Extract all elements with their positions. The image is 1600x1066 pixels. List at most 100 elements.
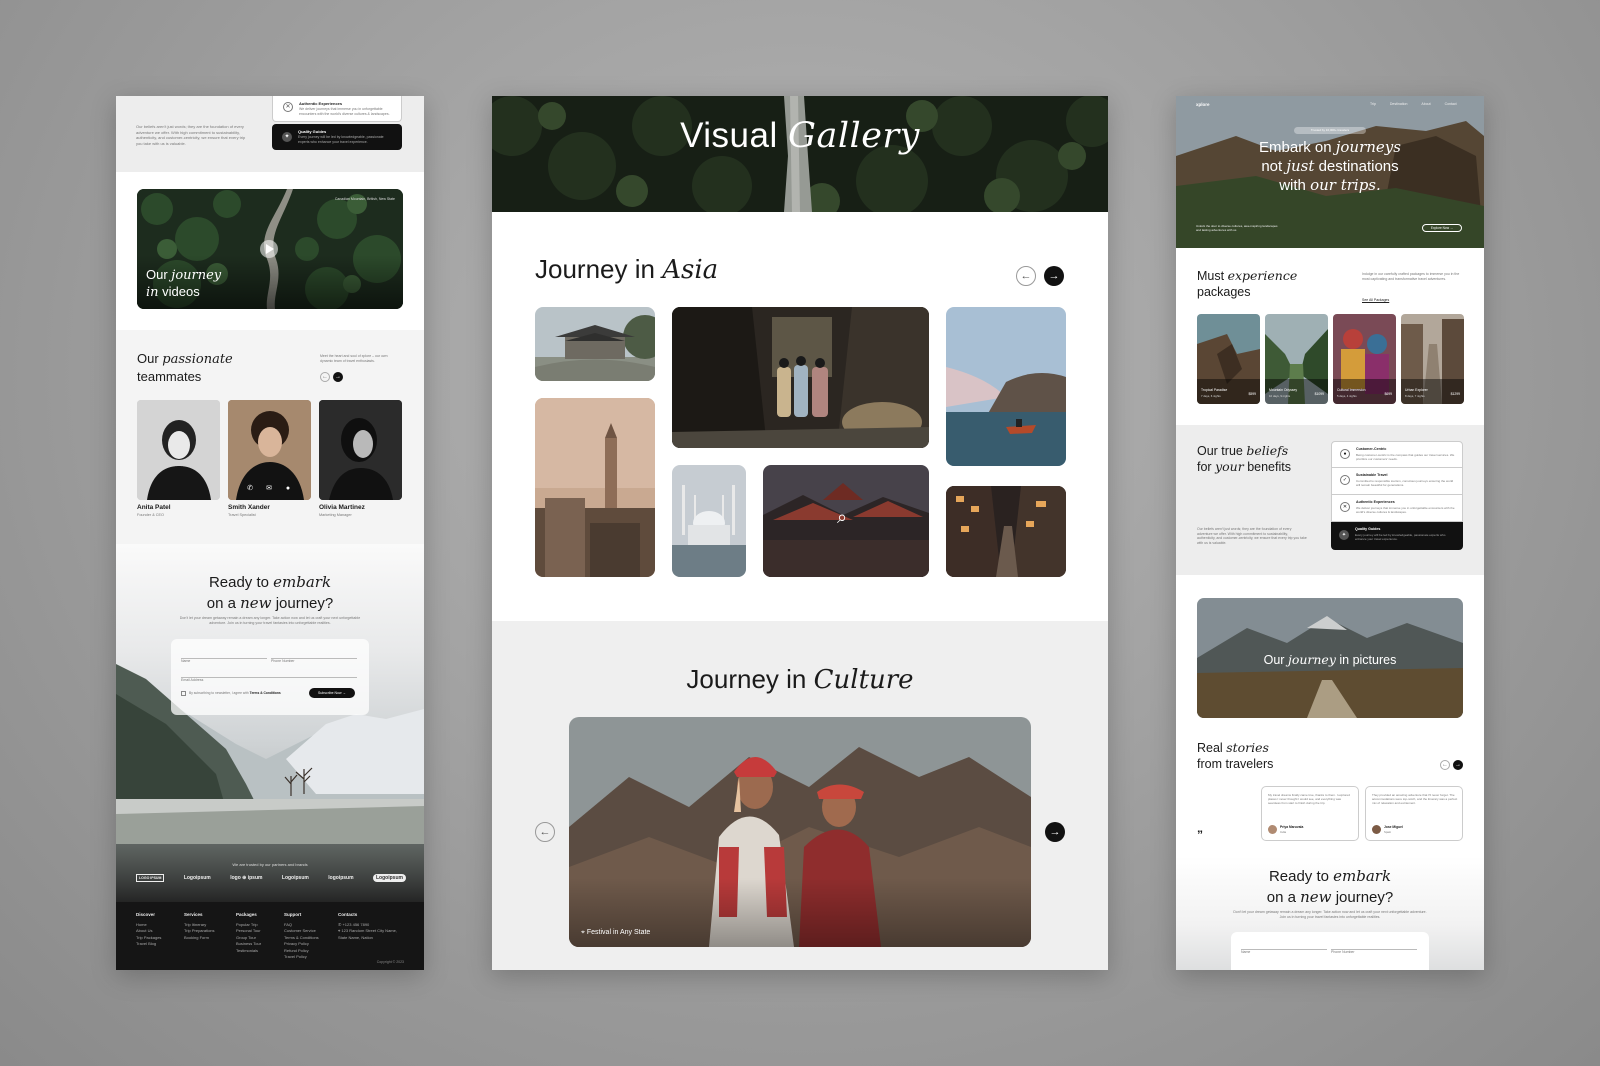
title-text: Ready to — [1268, 868, 1329, 885]
stories-next-button[interactable]: → — [1453, 760, 1463, 770]
title-emphasis: journey — [1287, 652, 1336, 667]
consent-label: By subscribing to newsletter, I agree wi… — [189, 691, 249, 695]
title-text: Real — [1197, 741, 1223, 755]
title-text: Journey in — [535, 254, 655, 284]
title-text: not — [1261, 158, 1283, 175]
package-card-urban[interactable]: Urban Explorer 8 days, 7 nights $1299 — [1401, 314, 1464, 404]
benefit-card-customer[interactable]: ● Customer-Centric Being customer-centri… — [1331, 441, 1463, 468]
beliefs-section: Our true beliefs for your benefits Our b… — [1176, 425, 1484, 575]
boat-lake-image — [946, 307, 1066, 466]
title-emphasis: embark — [273, 573, 332, 591]
package-price: $699 — [1384, 392, 1392, 396]
benefit-card-authentic[interactable]: ✕ Authentic Experiences We deliver journ… — [272, 96, 402, 122]
title-emphasis: Gallery — [788, 116, 920, 156]
gallery-photo-mosque[interactable] — [672, 465, 746, 577]
footer-col-packages: Packages Popular Trip Personal Tour Grou… — [236, 912, 261, 954]
gallery-photo-night-alley[interactable] — [946, 486, 1066, 577]
package-name: Cultural Immersion — [1337, 388, 1366, 392]
mail-icon[interactable]: ✉ — [264, 484, 274, 494]
culture-photo[interactable]: ⌖ Festival in Any State — [569, 717, 1031, 947]
team-name: Anita Patel — [137, 504, 171, 511]
prev-arrow-button[interactable]: ← — [320, 372, 330, 382]
team-role: Marketing Manager — [319, 513, 352, 517]
benefit-card-authentic[interactable]: ✕ Authentic Experiences We deliver journ… — [1331, 495, 1463, 522]
terms-link[interactable]: Terms & Conditions — [250, 691, 281, 695]
packages-title: Must experience packages — [1197, 268, 1297, 300]
reviewer-avatar — [1372, 825, 1381, 834]
nav-item-contact[interactable]: Contact — [1445, 102, 1457, 106]
hero-title: Embark on journeys not just destinations… — [1176, 138, 1484, 195]
footer-heading: Packages — [236, 912, 257, 917]
footer-link[interactable]: Booking Form — [184, 935, 215, 942]
gallery-photo-temple-roofs[interactable]: ⌕ — [763, 465, 929, 577]
nav-item-trip[interactable]: Trip — [1370, 102, 1376, 106]
site-logo[interactable]: xplore — [1196, 102, 1210, 107]
review-card[interactable]: They provided an amazing adventure that … — [1365, 786, 1463, 841]
video-card[interactable]: Canadian Mountain, British, New State Ou… — [137, 189, 403, 309]
beliefs-intro: Our beliefs aren't just words; they are … — [136, 124, 246, 146]
pictures-card[interactable]: Our journey in pictures — [1197, 598, 1463, 718]
gallery-photo-kimono-street[interactable] — [672, 307, 929, 448]
team-name: Smith Xander — [228, 504, 270, 511]
package-price: $1299 — [1450, 392, 1460, 396]
package-days: 10 days, 9 nights — [1269, 394, 1291, 398]
nav-item-about[interactable]: About — [1421, 102, 1430, 106]
hero-badge: Trusted by 10,000+ travelers — [1294, 127, 1366, 134]
benefit-card-sustainable[interactable]: ✓ Sustainable Travel Committed to respon… — [1331, 468, 1463, 495]
arrow-left-icon: ← — [1020, 270, 1032, 282]
package-card-mountain[interactable]: Mountain Odyssey 10 days, 9 nights $1099 — [1265, 314, 1328, 404]
reviewer-place: Spain — [1384, 830, 1392, 834]
name-field[interactable]: Name — [1241, 940, 1327, 954]
footer-link[interactable]: Travel Blog — [136, 941, 161, 948]
stories-title: Real stories from travelers — [1197, 740, 1273, 772]
title-emphasis: just — [1286, 157, 1315, 175]
footer-col-services: Services Trip Itinerary Trip Preparation… — [184, 912, 215, 941]
package-card-cultural[interactable]: Cultural Immersion 5 days, 4 nights $699 — [1333, 314, 1396, 404]
signup-form: Name Phone Number — [1231, 932, 1429, 970]
footer-link[interactable]: Customer Service — [284, 928, 319, 935]
profile-icon[interactable]: ● — [283, 484, 293, 494]
asia-next-button[interactable]: → — [1044, 266, 1064, 286]
subscribe-button[interactable]: Subscribe Now → — [309, 688, 355, 698]
x-icon: ✕ — [1340, 502, 1350, 512]
phone-field[interactable]: Phone Number — [271, 649, 357, 663]
name-field[interactable]: Name — [181, 649, 267, 663]
footer: Discover Home About Us Trip Packages Tra… — [116, 902, 424, 970]
review-card[interactable]: My travel dreams finally came true, than… — [1261, 786, 1359, 841]
reviewer-name: Priya Maruvala — [1280, 825, 1304, 829]
package-card-tropical[interactable]: Tropical Paradise 7 days, 6 nights $599 — [1197, 314, 1260, 404]
field-placeholder: Email Address — [181, 678, 204, 682]
phone-icon[interactable]: ✆ — [245, 484, 255, 494]
explore-button[interactable]: Explore Now → — [1422, 224, 1462, 232]
zoom-search-icon[interactable]: ⌕ — [837, 507, 847, 527]
asia-prev-button[interactable]: ← — [1016, 266, 1036, 286]
next-arrow-button[interactable]: → — [333, 372, 343, 382]
benefit-card-guides[interactable]: ✦ Quality Guides Every journey will be l… — [1331, 522, 1463, 550]
title-text: teammates — [137, 369, 202, 384]
gallery-photo-pagoda[interactable] — [535, 307, 655, 381]
culture-prev-button[interactable]: ← — [535, 822, 555, 842]
partner-logo: logo ⊕ ipsum — [230, 875, 263, 881]
footer-link[interactable]: Business Tour — [236, 941, 261, 948]
culture-next-button[interactable]: → — [1045, 822, 1065, 842]
title-text: packages — [1197, 285, 1251, 299]
phone-field[interactable]: Phone Number — [1331, 940, 1417, 954]
gallery-photo-tower-city[interactable] — [535, 398, 655, 577]
partner-logo: logoipsum — [328, 875, 354, 881]
kimono-street-image — [672, 307, 929, 448]
see-all-packages-link[interactable]: See All Packages — [1362, 298, 1389, 302]
title-text: journey? — [275, 595, 334, 612]
review-text: My travel dreams finally came true, than… — [1268, 793, 1350, 805]
nav-item-destination[interactable]: Destination — [1390, 102, 1408, 106]
footer-link[interactable]: Trip Preparations — [184, 928, 215, 935]
benefit-desc: We deliver journeys that immerse you in … — [1356, 506, 1455, 514]
benefit-card-guides[interactable]: ✦ Quality Guides Every journey will be l… — [272, 124, 402, 150]
footer-link[interactable]: Personal Tour — [236, 928, 261, 935]
email-field[interactable]: Email Address — [181, 668, 357, 682]
stories-prev-button[interactable]: ← — [1440, 760, 1450, 770]
consent-checkbox[interactable] — [181, 691, 186, 696]
gallery-photo-boat-lake[interactable] — [946, 307, 1066, 466]
footer-link[interactable]: Travel Policy — [284, 954, 319, 961]
footer-link[interactable]: Testimonials — [236, 948, 261, 955]
portrait-image — [319, 400, 402, 500]
